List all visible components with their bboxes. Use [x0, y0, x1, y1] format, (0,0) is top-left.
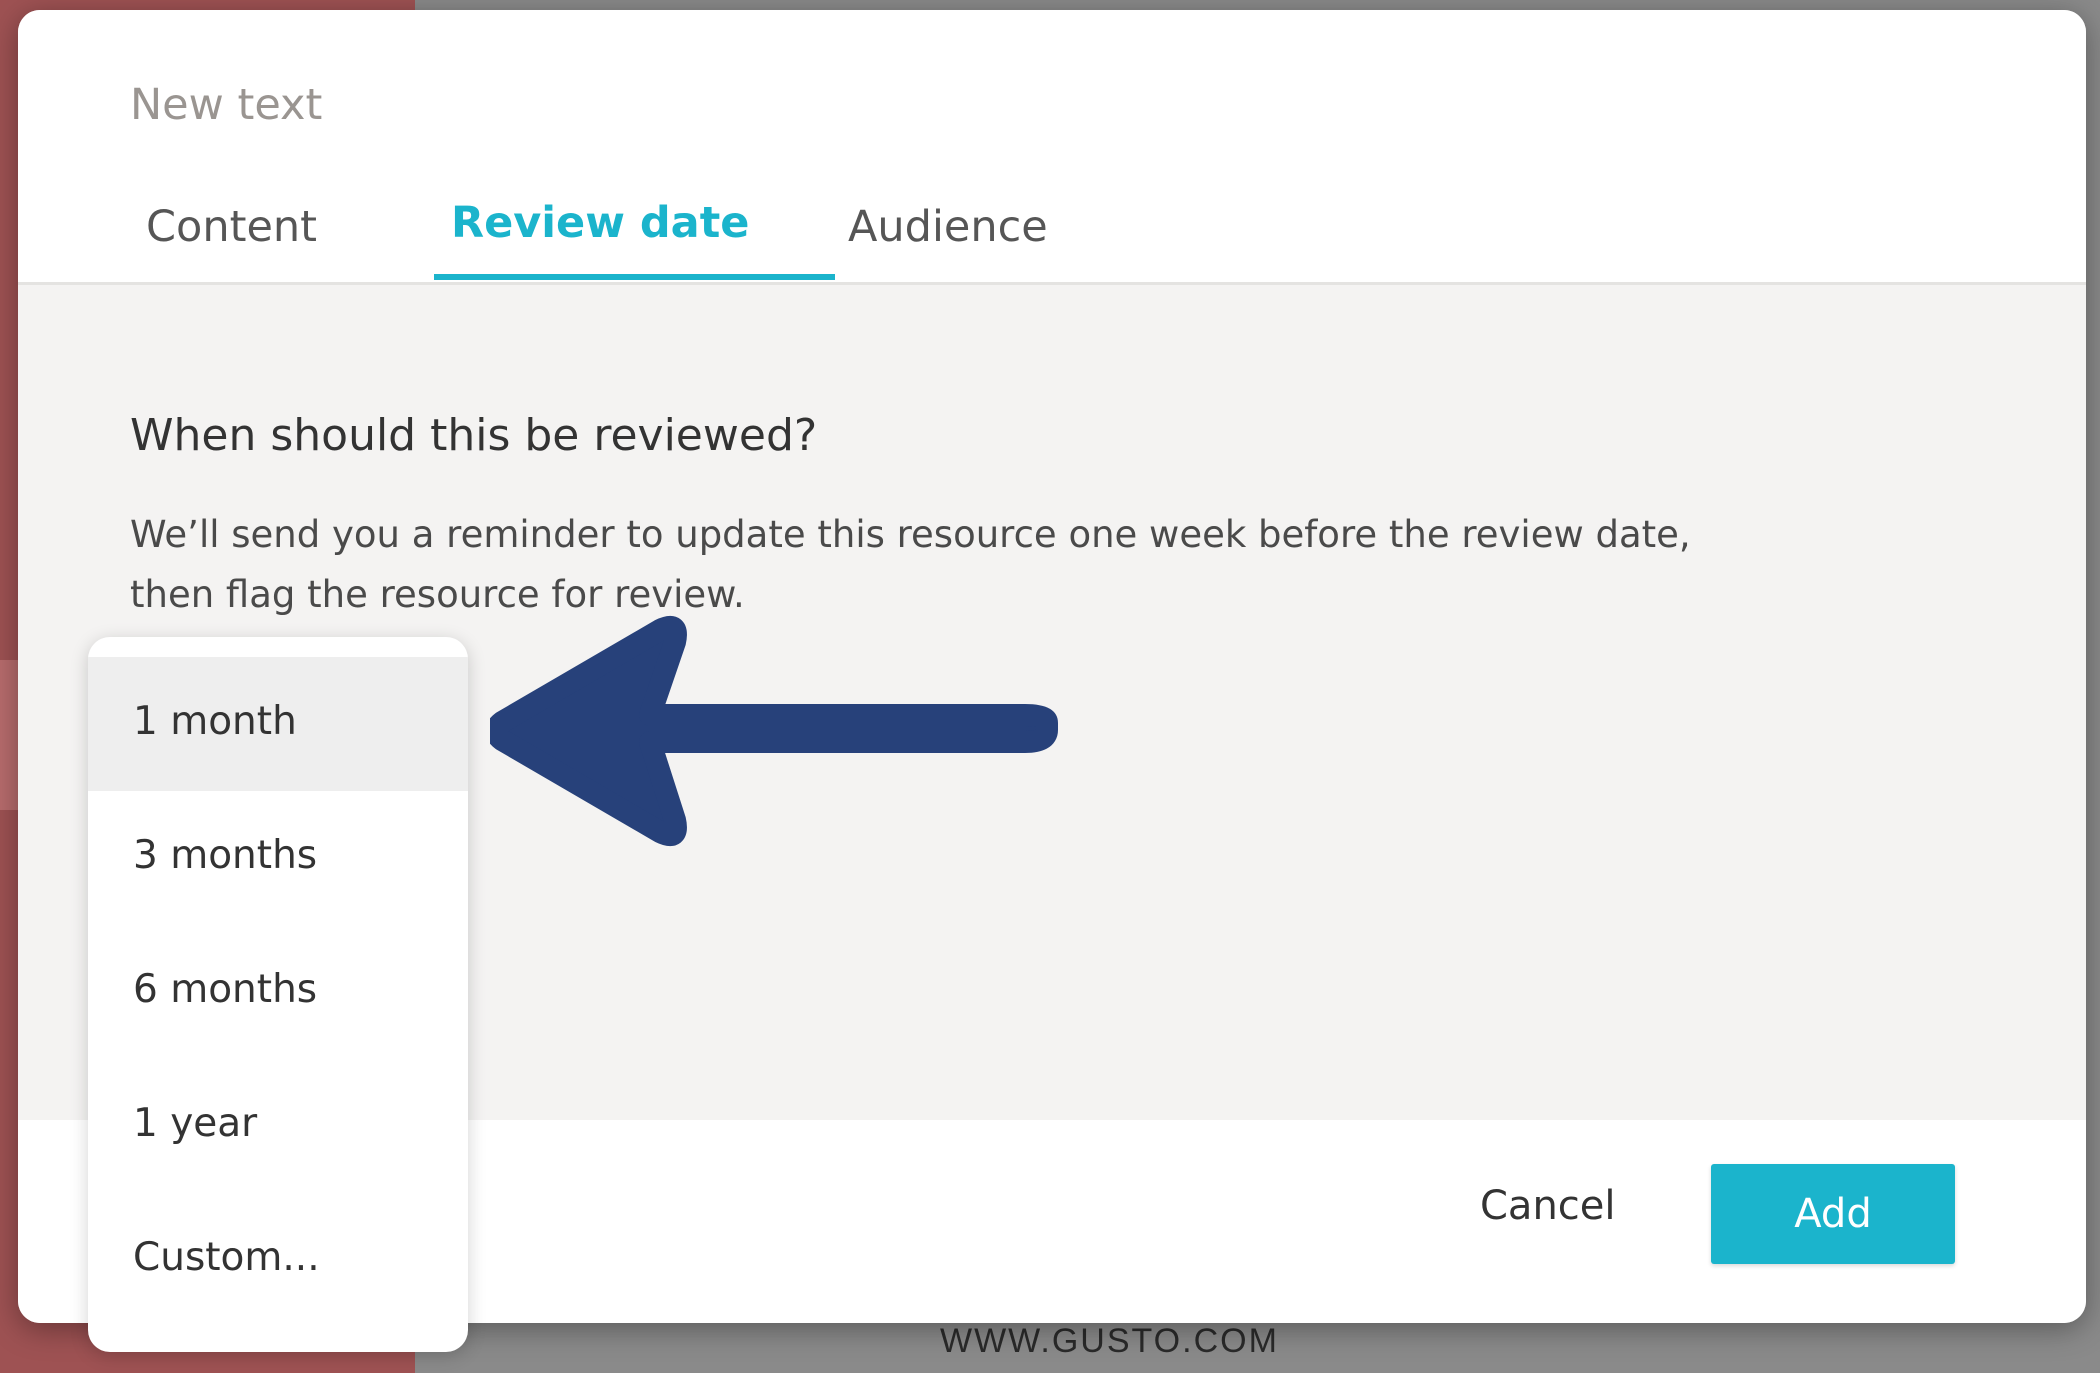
dropdown-option-3-months[interactable]: 3 months [88, 791, 468, 925]
add-button[interactable]: Add [1711, 1164, 1955, 1264]
cancel-button[interactable]: Cancel [1480, 1183, 1616, 1229]
background-footer-url: WWW.GUSTO.COM [940, 1322, 1279, 1360]
tab-content[interactable]: Content [146, 202, 317, 252]
review-question-heading: When should this be reviewed? [130, 410, 818, 461]
review-description: We’ll send you a reminder to update this… [130, 513, 1691, 616]
background-sidebar-highlight [0, 660, 20, 810]
dropdown-option-label: 6 months [133, 967, 318, 1012]
tab-review-date[interactable]: Review date [451, 198, 749, 248]
modal-header: New text Content Review date Audience [18, 10, 2086, 285]
dropdown-option-1-year[interactable]: 1 year [88, 1059, 468, 1193]
dropdown-option-6-months[interactable]: 6 months [88, 925, 468, 1059]
modal-title: New text [130, 80, 323, 130]
dropdown-option-label: Custom... [133, 1235, 320, 1280]
review-period-dropdown: 1 month 3 months 6 months 1 year Custom.… [88, 637, 468, 1352]
dropdown-option-label: 3 months [133, 833, 318, 878]
tab-audience[interactable]: Audience [848, 202, 1048, 252]
active-tab-indicator [434, 274, 835, 280]
arrow-left-icon [490, 616, 1058, 846]
dropdown-option-1-month[interactable]: 1 month [88, 657, 468, 791]
dropdown-option-label: 1 year [133, 1101, 258, 1146]
dropdown-option-custom[interactable]: Custom... [88, 1193, 468, 1327]
dropdown-option-label: 1 month [133, 699, 297, 744]
